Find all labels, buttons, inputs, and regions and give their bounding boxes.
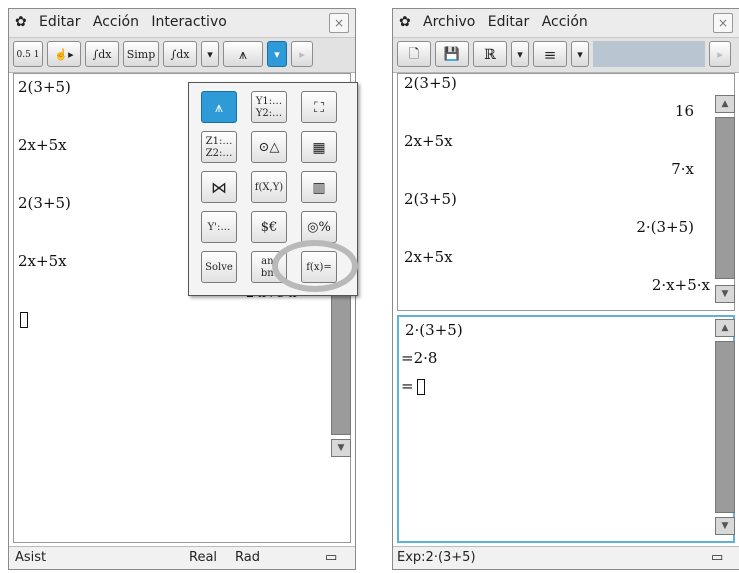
gear-icon[interactable]: ✿ (399, 14, 411, 30)
history-result: 2·(3+5) (636, 218, 694, 236)
scroll-up-icon[interactable]: ▲ (715, 319, 735, 337)
palette-graph-editor-key[interactable]: Y1:… Y2:… (251, 91, 287, 123)
fraction-decimal-button[interactable]: 0.5 1 ⇄ 1/2 (13, 41, 43, 86)
entry-step[interactable]: =2·8 (401, 349, 437, 367)
history-expr[interactable]: 2(3+5) (404, 74, 457, 92)
new-file-icon[interactable]: 🗋 (397, 41, 431, 67)
scroll-down-icon[interactable]: ▼ (331, 439, 351, 457)
palette-finance-key[interactable]: $€ (251, 211, 287, 243)
history-result: 7·x (671, 160, 694, 178)
palette-z-key[interactable]: Z1:… Z2:… (201, 131, 237, 163)
menu-interactivo[interactable]: Interactivo (151, 14, 226, 30)
battery-icon: ▭ (711, 550, 724, 565)
right-menu-bar: ✿ Archivo Editar Acción × (393, 9, 739, 38)
status-real: Real (189, 550, 218, 565)
left-menu-bar: ✿ Editar Acción Interactivo × (9, 9, 355, 38)
palette-diffeq-key[interactable]: Y':… (201, 211, 237, 243)
entry-line[interactable]: 2x+5x (18, 136, 67, 154)
left-toolbar: 0.5 1 ⇄ 1/2 ☝▸ ∫dx Simp ∫dx ▾ ⩚ ▾ ▸ (9, 38, 355, 86)
history-expr[interactable]: 2(3+5) (404, 190, 457, 208)
menu-archivo[interactable]: Archivo (423, 14, 475, 30)
history-area[interactable]: 2(3+5) 16 2x+5x 7·x 2(3+5) 2·(3+5) 2x+5x… (397, 73, 735, 311)
palette-spreadsheet-key[interactable]: ▥ (301, 171, 337, 203)
entry-line[interactable]: 2x+5x (18, 252, 67, 270)
status-mode: Asist (15, 550, 47, 565)
entry-area[interactable]: 2·(3+5) =2·8 = (397, 315, 735, 543)
next-icon[interactable]: ▸ (291, 41, 313, 67)
history-result: 2·x+5·x (651, 276, 710, 294)
integral-edit-button[interactable]: ∫dx (163, 41, 197, 67)
right-calculator-screen: ✿ Archivo Editar Acción × 🗋 💾 ℝ ▾ ≡ ▾ ▸ … (392, 8, 739, 570)
close-icon[interactable]: × (329, 13, 349, 33)
list-icon[interactable]: ≡ (533, 41, 567, 67)
status-angle: Rad (235, 550, 260, 565)
dropdown-button[interactable]: ▾ (267, 41, 287, 67)
palette-table-key[interactable]: ▦ (301, 131, 337, 163)
palette-probability-key[interactable]: ◎% (301, 211, 337, 243)
entry-line[interactable]: 2(3+5) (18, 78, 71, 96)
hand-pointer-button[interactable]: ☝▸ (47, 41, 81, 67)
menu-editar[interactable]: Editar (488, 14, 529, 30)
battery-icon: ▭ (325, 550, 338, 565)
palette-geometry-key[interactable]: ⊙△ (251, 131, 287, 163)
entry-step[interactable]: = (401, 377, 414, 395)
entry-line[interactable]: 2(3+5) (18, 194, 71, 212)
text-cursor (417, 379, 425, 395)
scroll-down-icon[interactable]: ▼ (715, 517, 735, 535)
simp-button[interactable]: Simp (123, 41, 159, 67)
status-expression: Exp:2·(3+5) (397, 550, 476, 565)
next-icon[interactable]: ▸ (709, 41, 731, 67)
left-status-bar: Asist Real Rad ▭ (9, 546, 355, 569)
text-cursor (20, 312, 28, 328)
palette-conic-key[interactable]: ⋈ (201, 171, 237, 203)
entry-scrollbar[interactable] (715, 341, 735, 513)
palette-3d-key[interactable]: ⛶ (301, 91, 337, 123)
history-result: 16 (674, 102, 694, 120)
graph-button[interactable]: ⩚ (223, 41, 263, 67)
menu-editar[interactable]: Editar (39, 14, 80, 30)
entry-expr[interactable]: 2·(3+5) (405, 321, 463, 339)
chevron-down-icon[interactable]: ▾ (571, 41, 589, 67)
chevron-down-icon[interactable]: ▾ (201, 41, 219, 67)
history-expr[interactable]: 2x+5x (404, 132, 453, 150)
highlight-ring (272, 240, 358, 292)
toolbar-blank-area (593, 41, 705, 67)
right-status-bar: Exp:2·(3+5) ▭ (393, 546, 739, 569)
palette-solve-key[interactable]: Solve (201, 251, 237, 283)
palette-graph-key[interactable]: ⩚ (201, 91, 237, 123)
palette-fxy-key[interactable]: f(X,Y) (251, 171, 287, 203)
integral-button[interactable]: ∫dx (85, 41, 119, 67)
scroll-down-icon[interactable]: ▼ (715, 285, 735, 303)
menu-accion[interactable]: Acción (542, 14, 588, 30)
history-scrollbar[interactable] (715, 117, 735, 279)
menu-accion[interactable]: Acción (93, 14, 139, 30)
real-mode-button[interactable]: ℝ (473, 41, 507, 67)
right-toolbar: 🗋 💾 ℝ ▾ ≡ ▾ ▸ (393, 38, 739, 73)
scroll-up-icon[interactable]: ▲ (715, 95, 735, 113)
close-icon[interactable]: × (713, 13, 733, 33)
chevron-down-icon[interactable]: ▾ (511, 41, 529, 67)
save-icon[interactable]: 💾 (435, 41, 469, 67)
history-expr[interactable]: 2x+5x (404, 248, 453, 266)
gear-icon[interactable]: ✿ (15, 14, 27, 30)
